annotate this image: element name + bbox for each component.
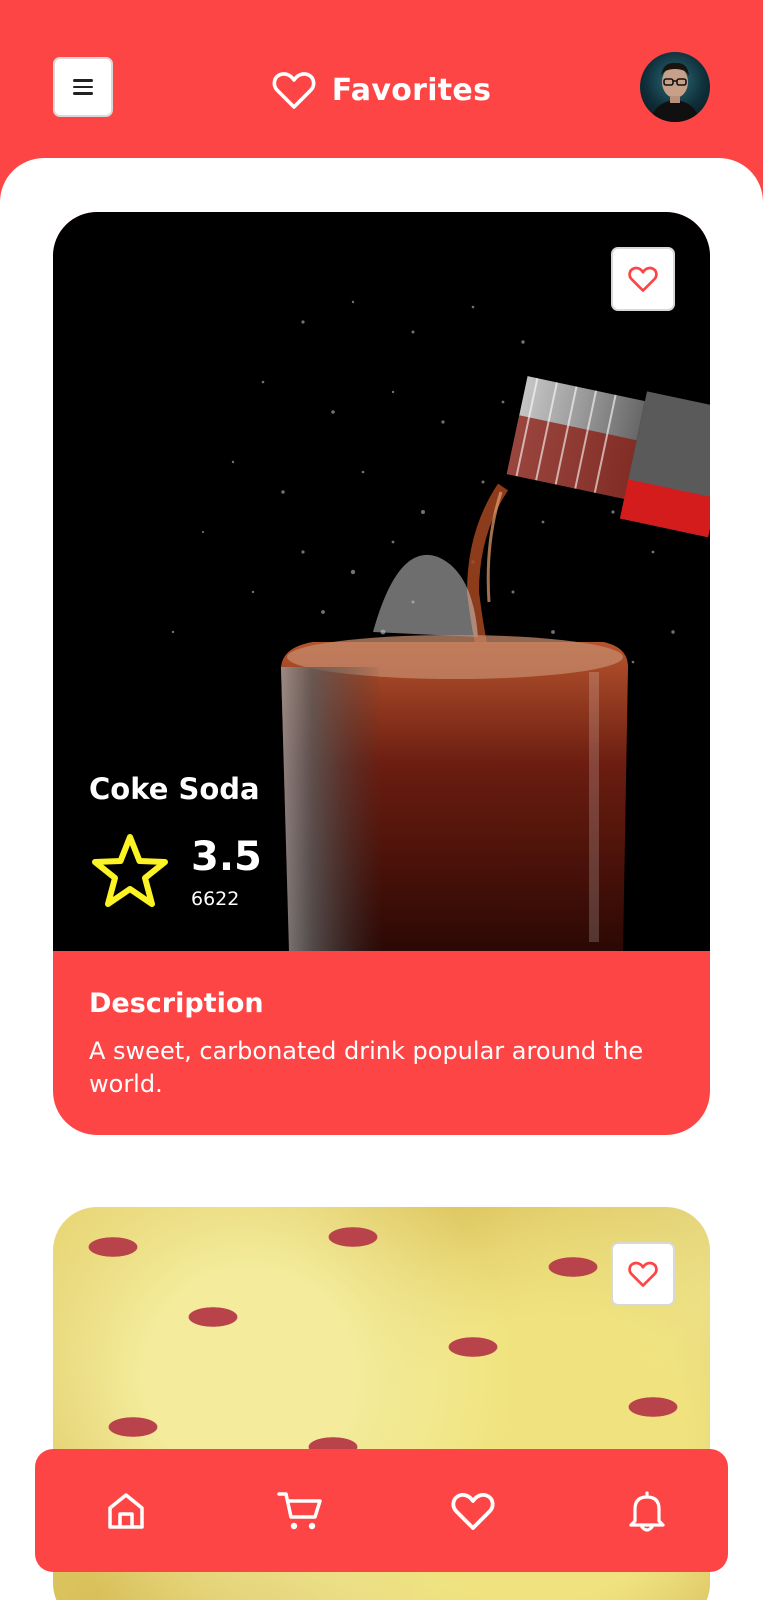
heart-outline-icon [628,266,658,292]
home-icon [108,1492,144,1529]
user-avatar[interactable] [640,52,710,122]
nav-favorites[interactable] [448,1486,498,1536]
app-header: Favorites [0,0,763,180]
star-icon [92,834,168,907]
nav-notifications[interactable] [622,1486,672,1536]
rating-value: 3.5 [191,834,262,880]
bell-icon [629,1490,665,1532]
heart-outline-icon [628,1261,658,1287]
description-title: Description [89,988,264,1019]
review-count: 6622 [191,888,240,910]
nav-cart[interactable] [275,1486,325,1536]
favorite-toggle-button[interactable] [611,1242,675,1306]
cart-icon [276,1491,322,1529]
favorite-toggle-button[interactable] [611,247,675,311]
nav-home[interactable] [101,1486,151,1536]
heart-icon [451,1492,495,1530]
description-text: A sweet, carbonated drink popular around… [89,1037,644,1098]
avatar-portrait-icon [650,62,700,122]
bottom-navigation [35,1449,728,1572]
favorite-card[interactable]: Coke Soda 3.5 6622 Description A sweet, … [53,212,710,1135]
heart-outline-icon [272,72,316,109]
page-title: Favorites [331,72,492,108]
item-name: Coke Soda [89,772,260,806]
